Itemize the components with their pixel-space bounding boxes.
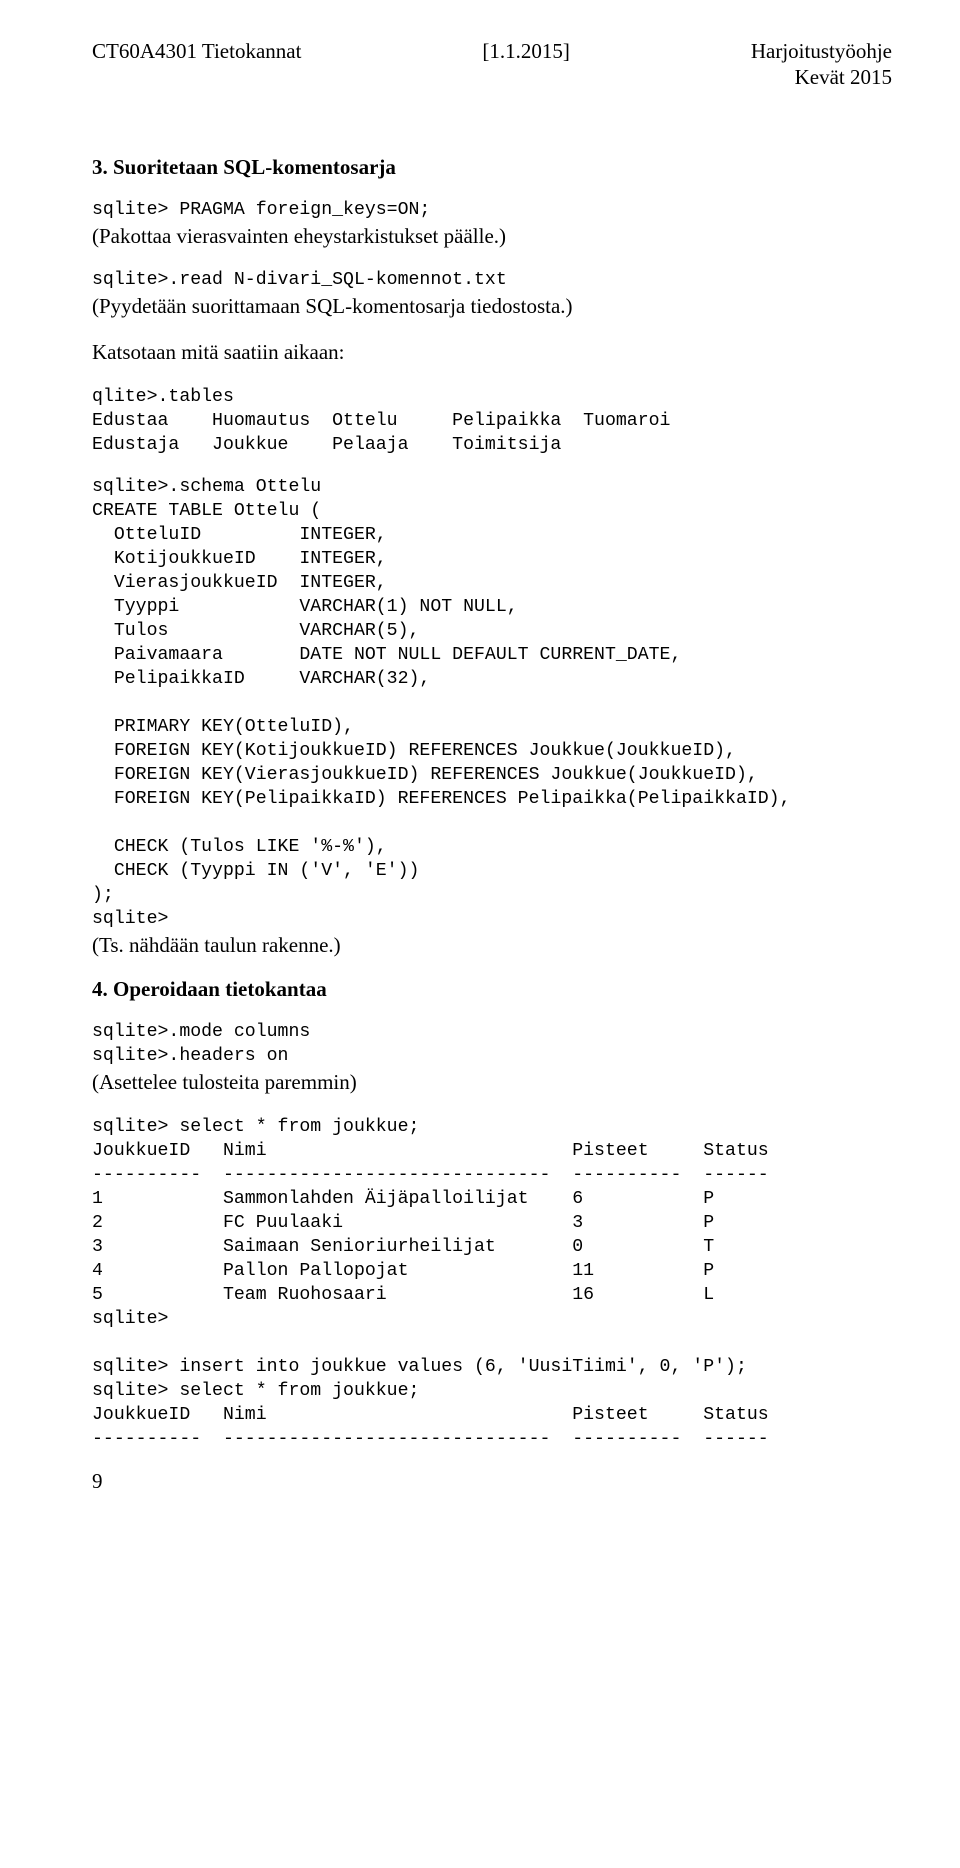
- read-note: (Pyydetään suorittamaan SQL-komentosarja…: [92, 292, 892, 320]
- header-course: CT60A4301 Tietokannat: [92, 38, 301, 91]
- schema-note: (Ts. nähdään taulun rakenne.): [92, 931, 892, 959]
- select-output: sqlite> select * from joukkue; JoukkueID…: [92, 1115, 892, 1451]
- section-4-title: 4. Operoidaan tietokantaa: [92, 977, 892, 1002]
- header-semester: Kevät 2015: [751, 64, 892, 90]
- header-doctype: Harjoitustyöohje: [751, 38, 892, 64]
- mode-note: (Asettelee tulosteita paremmin): [92, 1068, 892, 1096]
- inspect-intro: Katsotaan mitä saatiin aikaan:: [92, 338, 892, 366]
- pragma-note: (Pakottaa vierasvainten eheystarkistukse…: [92, 222, 892, 250]
- header-right: Harjoitustyöohje Kevät 2015: [751, 38, 892, 91]
- read-command: sqlite>.read N-divari_SQL-komennot.txt: [92, 268, 892, 292]
- pragma-command: sqlite> PRAGMA foreign_keys=ON;: [92, 198, 892, 222]
- page-header: CT60A4301 Tietokannat [1.1.2015] Harjoit…: [92, 38, 892, 91]
- section-3-title: 3. Suoritetaan SQL-komentosarja: [92, 155, 892, 180]
- page-number: 9: [92, 1469, 892, 1494]
- tables-output: qlite>.tables Edustaa Huomautus Ottelu P…: [92, 385, 892, 457]
- schema-output: sqlite>.schema Ottelu CREATE TABLE Ottel…: [92, 475, 892, 931]
- mode-commands: sqlite>.mode columns sqlite>.headers on: [92, 1020, 892, 1068]
- header-date: [1.1.2015]: [482, 38, 570, 91]
